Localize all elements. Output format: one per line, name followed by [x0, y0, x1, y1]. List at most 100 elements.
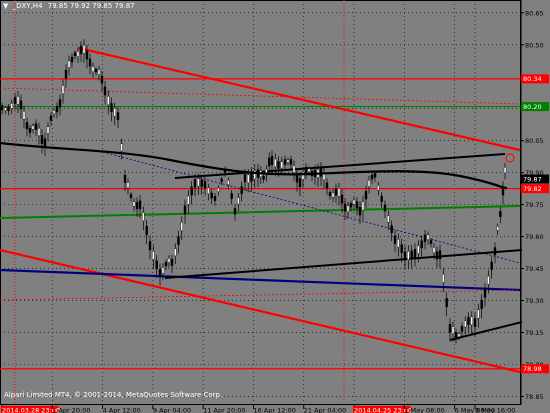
price-tick-label: 79.45	[525, 265, 544, 273]
candle-body	[361, 201, 365, 211]
candle-body	[473, 318, 477, 328]
copyright-text: Alpari Limited MT4, © 2001-2014, MetaQuo…	[4, 391, 222, 399]
candle-body	[220, 178, 223, 182]
candle-body	[233, 208, 237, 215]
candle-body	[268, 157, 271, 167]
candle-body	[490, 261, 493, 270]
candle-body	[34, 123, 38, 130]
candle-body	[16, 96, 20, 105]
price-tag-label: 80.34	[523, 75, 542, 83]
candle-body	[0, 105, 4, 111]
candle-body	[25, 122, 29, 130]
candle-body	[183, 205, 187, 215]
candle-body	[480, 299, 483, 309]
price-tick-label: 79.30	[525, 297, 544, 305]
price-tick-label: 80.65	[525, 9, 544, 17]
candle-body	[31, 125, 35, 130]
candle-body	[370, 174, 374, 180]
header-arrow-icon: ▼	[3, 2, 9, 10]
candle-body	[227, 180, 230, 185]
candle-body	[94, 68, 98, 73]
candle-body	[123, 174, 127, 183]
candle-body	[145, 225, 148, 235]
time-label: 9 Apr 04:00	[153, 407, 191, 413]
candle-body	[152, 250, 155, 260]
candle-body	[240, 186, 243, 194]
candle-body	[438, 250, 442, 260]
candle-body	[483, 288, 487, 298]
candle-body	[373, 173, 377, 178]
candle-body	[292, 165, 296, 173]
candle-body	[274, 158, 277, 168]
candle-body	[76, 50, 80, 57]
price-tick-label: 78.85	[525, 393, 544, 401]
candle-body	[73, 52, 77, 56]
price-tag-label: 79.87	[523, 175, 542, 183]
candle-body	[13, 97, 17, 104]
time-label: 1 Apr 20:00	[52, 407, 90, 413]
candle-body	[367, 180, 371, 187]
candle-body	[442, 273, 445, 283]
candle-body	[445, 298, 448, 307]
candle-body	[64, 70, 68, 79]
price-chart[interactable]: 80.6580.5080.2080.0579.9079.7579.6079.45…	[0, 0, 550, 413]
ohlc-values: 79.85 79.92 79.85 79.87	[48, 2, 135, 10]
candle-body	[464, 320, 467, 328]
candle-body	[97, 69, 101, 75]
candle-body	[435, 251, 439, 260]
time-label: 16 Apr 12:00	[253, 407, 295, 413]
price-tick-label: 80.05	[525, 137, 544, 145]
candle-body	[167, 258, 171, 263]
candle-body	[237, 197, 240, 205]
time-label: 11 Apr 20:00	[203, 407, 245, 413]
candle-body	[451, 326, 455, 334]
candle-body	[132, 201, 136, 207]
time-label: 4 Apr 12:00	[103, 407, 141, 413]
candle-body	[200, 179, 203, 187]
candle-body	[190, 186, 193, 196]
candle-body	[417, 245, 420, 254]
candle-body	[407, 251, 410, 260]
candle-body	[286, 159, 290, 163]
candle-body	[243, 174, 247, 183]
candle-body	[470, 316, 473, 325]
candle-body	[493, 247, 497, 256]
candle-body	[103, 86, 107, 96]
candle-body	[503, 167, 507, 174]
candle-body	[364, 191, 368, 200]
candle-body	[193, 179, 197, 188]
candle-body	[22, 111, 26, 120]
candle-body	[46, 126, 50, 134]
candle-body	[270, 156, 274, 165]
candle-body	[126, 182, 130, 189]
candle-body	[410, 250, 413, 260]
candle-body	[180, 222, 183, 231]
candle-body	[387, 215, 390, 223]
candle-body	[174, 248, 177, 257]
candle-body	[400, 244, 403, 254]
candle-body	[197, 178, 200, 187]
price-tag-label: 80.20	[523, 103, 542, 111]
candle-body	[377, 185, 380, 191]
price-tick-label: 80.50	[525, 41, 544, 49]
candle-body	[325, 182, 329, 189]
candle-body	[289, 159, 293, 165]
candle-body	[358, 207, 362, 216]
candle-body	[477, 309, 480, 319]
candle-body	[49, 115, 53, 121]
candle-body	[148, 241, 152, 251]
candle-body	[457, 333, 461, 337]
candle-body	[129, 194, 133, 198]
price-tag-label: 78.98	[523, 365, 542, 373]
candle-body	[88, 58, 92, 67]
candle-body	[328, 192, 332, 197]
candle-body	[383, 204, 387, 212]
candle-body	[110, 103, 113, 112]
candle-body	[380, 195, 383, 202]
candle-body	[467, 317, 470, 325]
candle-body	[79, 46, 83, 54]
price-tick-label: 79.15	[525, 329, 544, 337]
time-label: 1 May 08:00	[404, 407, 444, 413]
candle-body	[403, 251, 407, 261]
candle-body	[283, 159, 287, 165]
